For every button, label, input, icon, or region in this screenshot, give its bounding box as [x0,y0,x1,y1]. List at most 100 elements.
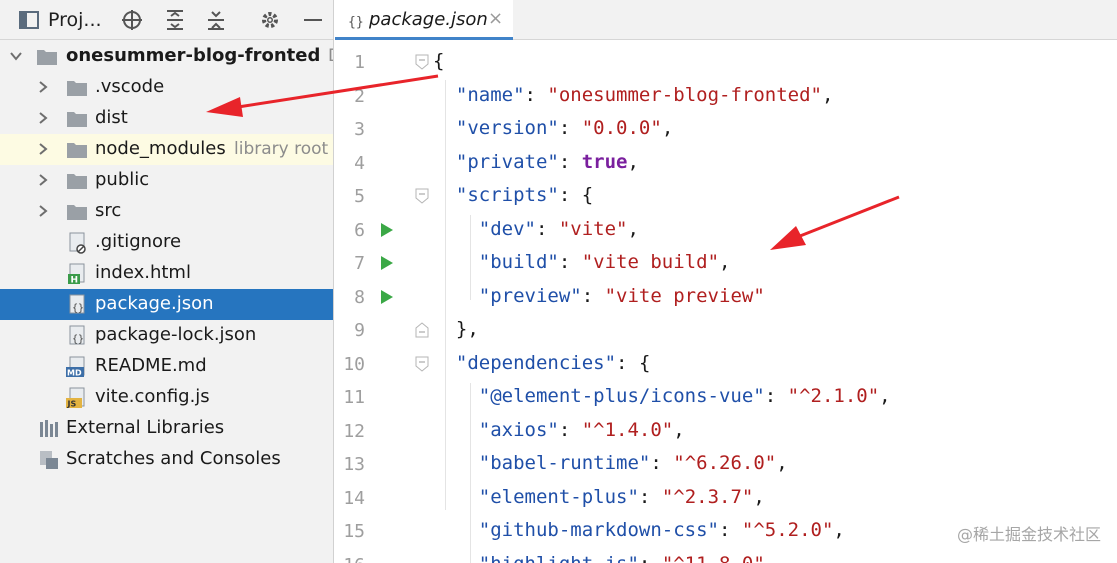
code-text: "private": true, [455,150,639,173]
code-line[interactable]: 12 "axios": "^1.4.0", [335,415,1117,448]
json-file-icon: {} [66,325,88,347]
line-number: 7 [354,253,365,274]
indent-guide [445,80,446,510]
line-number: 16 [335,555,365,563]
line-number: 6 [354,219,365,241]
expand-all-icon[interactable] [162,0,188,40]
indent-guide [470,383,471,563]
project-title[interactable]: Proj... [48,0,102,40]
chevron-right-icon[interactable] [35,79,51,95]
tree-item-label: public [95,169,150,190]
code-text: "preview": "vite preview" [478,284,765,307]
folder-icon [66,201,88,223]
line-number: 11 [343,387,365,408]
editor: {} package.json × 1{2 "name": "onesummer… [335,0,1117,563]
code-text: }, [455,318,479,340]
tree-item-gitignore[interactable]: .gitignore [0,227,333,258]
tree-item-dist[interactable]: dist [0,103,333,134]
collapse-all-icon[interactable] [203,0,229,40]
gear-icon[interactable] [256,0,284,40]
tree-item-onesummer-blog-fronted[interactable]: onesummer-blog-fronted D:\M [0,41,333,72]
code-line[interactable]: 4 "private": true, [335,147,1117,180]
code-line[interactable]: 8 "preview": "vite preview" [335,281,1117,314]
line-number: 14 [343,487,365,509]
svg-text:H: H [71,276,79,286]
project-toolbar: Proj... [0,0,333,40]
tree-item-package-json[interactable]: {} package.json [0,289,333,320]
code-text: "@element-plus/icons-vue": "^2.1.0", [478,385,891,407]
tree-item-public[interactable]: public [0,165,333,196]
close-icon[interactable]: × [488,8,503,29]
code-line[interactable]: 14 "element-plus": "^2.3.7", [335,482,1117,515]
markdown-file-icon: MD [66,356,88,378]
svg-text:{}: {} [348,15,364,30]
svg-text:{}: {} [72,334,84,345]
code-line[interactable]: 9 }, [335,314,1117,347]
line-number: 10 [343,353,365,375]
code-line[interactable]: 6 "dev": "vite", [335,214,1117,247]
code-line[interactable]: 7 "build": "vite build", [335,247,1117,280]
tree-item-label: vite.config.js [95,386,210,407]
tree-item-label: package.json [95,293,214,314]
fold-close-icon[interactable] [415,322,429,338]
locate-icon[interactable] [118,0,146,40]
folder-icon [66,108,88,130]
code-line[interactable]: 10 "dependencies": { [335,348,1117,381]
code-text: "dev": "vite", [478,217,639,240]
code-text: "name": "onesummer-blog-fronted", [455,83,834,106]
chevron-right-icon[interactable] [35,110,51,126]
line-number: 9 [354,320,365,341]
minimize-icon[interactable] [300,0,326,40]
code-text: { [433,50,445,72]
chevron-down-icon[interactable] [8,48,24,64]
line-number: 12 [343,420,365,442]
run-script-icon[interactable] [380,222,394,238]
chevron-right-icon[interactable] [35,141,51,157]
code-text: "build": "vite build", [478,251,731,273]
gitignore-file-icon [66,232,88,254]
code-line[interactable]: 16 "highlight.js": "^11.8.0", [335,549,1117,563]
tree-item-node-modules[interactable]: node_modules library root [0,134,333,165]
code-line[interactable]: 1{ [335,46,1117,79]
line-number: 2 [354,85,365,107]
tree-item-label: onesummer-blog-fronted [66,45,321,66]
tree-item-external-libraries[interactable]: External Libraries [0,413,333,444]
code-text: "github-markdown-css": "^5.2.0", [478,519,845,541]
tree-item-label: dist [95,107,128,128]
tree-item-scratches-and-consoles[interactable]: Scratches and Consoles [0,444,333,475]
code-text: "scripts": { [455,184,594,206]
code-line[interactable]: 11 "@element-plus/icons-vue": "^2.1.0", [335,381,1117,414]
tree-item-vite-config-js[interactable]: JS vite.config.js [0,382,333,413]
tree-item-index-html[interactable]: Hindex.html [0,258,333,289]
line-number: 1 [354,52,365,73]
tree-item-suffix: library root [234,139,329,159]
run-script-icon[interactable] [380,255,394,271]
code-line[interactable]: 2 "name": "onesummer-blog-fronted", [335,80,1117,113]
folder-icon [66,139,88,161]
js-file-icon: JS [66,387,88,409]
code-line[interactable]: 13 "babel-runtime": "^6.26.0", [335,448,1117,481]
tree-item-label: src [95,200,122,221]
tree-item-readme-md[interactable]: MD README.md [0,351,333,382]
folder-icon [66,77,88,99]
tree-item-package-lock-json[interactable]: {} package-lock.json [0,320,333,351]
code-line[interactable]: 3 "version": "0.0.0", [335,113,1117,146]
code-line[interactable]: 5 "scripts": { [335,180,1117,213]
svg-text:JS: JS [67,400,77,409]
chevron-right-icon[interactable] [35,203,51,219]
tree-item-vscode[interactable]: .vscode [0,72,333,103]
fold-open-icon[interactable] [415,54,429,70]
json-file-icon: {} [66,294,88,316]
tree-item-src[interactable]: src [0,196,333,227]
fold-open-icon[interactable] [415,356,429,372]
tab-package-json[interactable]: {} package.json × [335,0,513,40]
tree-item-label: .gitignore [95,231,182,252]
code-text: "babel-runtime": "^6.26.0", [478,452,788,474]
line-number: 8 [354,286,365,308]
fold-open-icon[interactable] [415,188,429,204]
line-number: 5 [354,186,365,207]
run-script-icon[interactable] [380,289,394,305]
code-text: "version": "0.0.0", [455,117,674,139]
chevron-right-icon[interactable] [35,172,51,188]
project-window-icon[interactable] [16,0,42,40]
